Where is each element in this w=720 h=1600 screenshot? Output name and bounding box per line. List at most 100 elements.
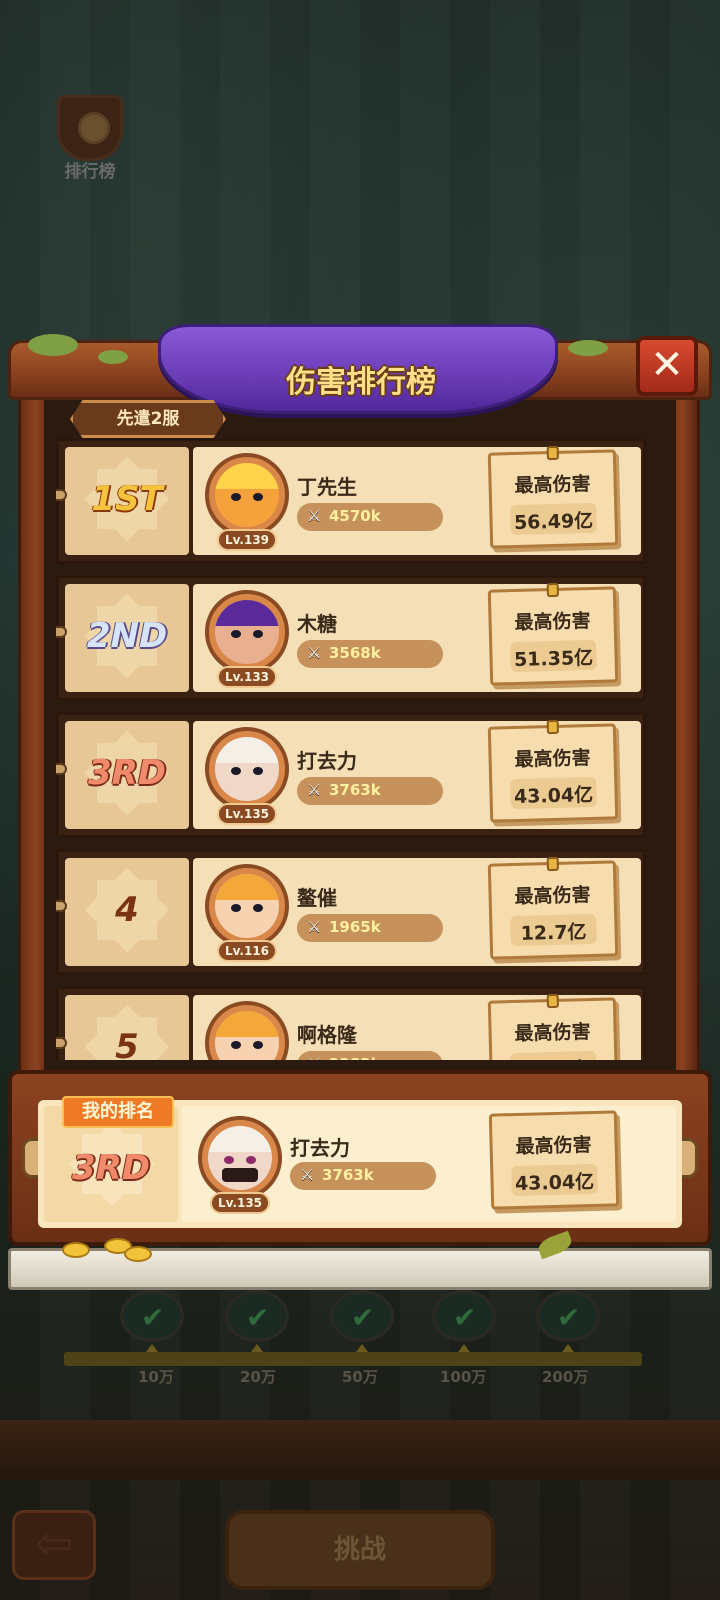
- check-icon: ✔: [141, 1301, 165, 1334]
- max-damage-value: 43.04亿: [514, 1170, 595, 1196]
- sword-icon: ⚔: [307, 780, 322, 799]
- avatar[interactable]: [198, 1116, 282, 1200]
- coin-decoration: [124, 1246, 152, 1262]
- max-damage-label: 最高伤害: [514, 1021, 591, 1045]
- max-damage-label: 最高伤害: [515, 1134, 592, 1158]
- milestone-label: 100万: [440, 1368, 487, 1386]
- ranking-list[interactable]: 1ST Lv.139 丁先生 ⚔ 4570k 最高伤害 56.49亿 2ND L…: [56, 438, 652, 1060]
- my-rank-tag: 我的排名: [62, 1096, 174, 1128]
- eye: [253, 767, 263, 775]
- rank-number: 3RD: [87, 753, 167, 793]
- check-icon: ✔: [351, 1301, 375, 1334]
- check-icon: ✔: [453, 1301, 477, 1334]
- max-damage-card: 最高伤害 11.63亿: [487, 993, 619, 1060]
- eye: [246, 1156, 256, 1164]
- eye: [224, 1156, 234, 1164]
- ranking-row[interactable]: 2ND Lv.133 木糖 ⚔ 3568k 最高伤害 51.35亿: [56, 575, 646, 701]
- hair: [215, 874, 279, 900]
- power-bar: ⚔ 2282k: [297, 1051, 443, 1060]
- eye: [231, 493, 241, 501]
- avatar-face: [215, 737, 279, 801]
- leaf-decoration: [568, 340, 608, 356]
- power-value: 3763k: [329, 781, 381, 799]
- max-damage-value: 43.04亿: [513, 783, 594, 809]
- avatar[interactable]: [205, 590, 289, 674]
- close-button[interactable]: ✕: [636, 336, 698, 396]
- back-button[interactable]: ⇦: [12, 1510, 96, 1580]
- power-value: 2282k: [329, 1055, 381, 1060]
- my-rank-number: 3RD: [71, 1148, 151, 1188]
- max-damage-card: 最高伤害 12.7亿: [487, 856, 619, 960]
- ranking-row[interactable]: 5 啊格隆 ⚔ 2282k 最高伤害 11.63亿: [56, 986, 646, 1060]
- rank-number: 1ST: [91, 479, 163, 519]
- max-damage-value: 56.49亿: [513, 509, 594, 535]
- avatar[interactable]: [205, 453, 289, 537]
- milestone-label: 50万: [342, 1368, 378, 1386]
- sword-icon: ⚔: [307, 506, 322, 525]
- avatar[interactable]: [205, 864, 289, 948]
- milestone-label: 20万: [240, 1368, 276, 1386]
- max-damage-card: 最高伤害 43.04亿: [487, 719, 619, 823]
- pin-icon: [546, 993, 559, 1009]
- sword-icon: ⚔: [307, 643, 322, 662]
- avatar-face: [215, 1011, 279, 1060]
- check-icon: ✔: [557, 1301, 581, 1334]
- level-badge: Lv.139: [217, 529, 277, 551]
- milestone-marker: [251, 1344, 263, 1352]
- eye: [253, 493, 263, 501]
- sword-icon: ⚔: [307, 917, 322, 936]
- bottom-shelf: [8, 1248, 712, 1290]
- eye: [231, 1041, 241, 1049]
- level-badge: Lv.135: [217, 803, 277, 825]
- max-damage-label: 最高伤害: [514, 610, 591, 634]
- max-damage-card: 最高伤害 56.49亿: [487, 445, 619, 549]
- rank-number: 4: [115, 890, 139, 930]
- reward-progress-bar: [64, 1352, 642, 1366]
- avatar-face: [208, 1126, 272, 1190]
- avatar-face: [215, 600, 279, 664]
- hair: [215, 737, 279, 763]
- eye: [253, 904, 263, 912]
- damage-leaderboard-dialog: 伤害排行榜 ✕ 先遣2服 1ST Lv.139 丁先生 ⚔ 4570k 最高伤害: [8, 324, 712, 1305]
- avatar-face: [215, 874, 279, 938]
- leaderboard-shortcut-button[interactable]: 排行榜: [50, 95, 130, 185]
- power-bar: ⚔ 3763k: [297, 777, 443, 805]
- avatar-face: [215, 463, 279, 527]
- pin-icon: [546, 856, 559, 872]
- power-bar: ⚔ 3568k: [297, 640, 443, 668]
- player-name: 打去力: [290, 1136, 350, 1160]
- ranking-row[interactable]: 4 Lv.116 鳌催 ⚔ 1965k 最高伤害 12.7亿: [56, 849, 646, 975]
- player-name: 丁先生: [297, 475, 357, 499]
- back-arrow-icon: ⇦: [34, 1516, 74, 1570]
- power-value: 4570k: [329, 507, 381, 525]
- max-damage-value: 12.7亿: [520, 921, 587, 945]
- power-bar: ⚔ 4570k: [297, 503, 443, 531]
- pin-icon: [546, 445, 559, 461]
- power-value: 3568k: [329, 644, 381, 662]
- rank-number: 5: [115, 1027, 139, 1060]
- server-tag-label: 先遣2服: [116, 409, 180, 429]
- my-rank-row[interactable]: 3RD 我的排名 Lv.135 打去力 ⚔ 3763k 最高伤害 43.04亿: [38, 1096, 682, 1228]
- ranking-row[interactable]: 1ST Lv.139 丁先生 ⚔ 4570k 最高伤害 56.49亿: [56, 438, 646, 564]
- sword-icon: ⚔: [307, 1054, 321, 1060]
- rank-number: 2ND: [86, 616, 168, 656]
- sword-icon: ⚔: [300, 1165, 315, 1184]
- eye: [231, 630, 241, 638]
- challenge-button[interactable]: 挑战: [225, 1510, 495, 1590]
- milestone-label: 10万: [138, 1368, 174, 1386]
- close-icon: ✕: [650, 342, 684, 388]
- ranking-row[interactable]: 3RD Lv.135 打去力 ⚔ 3763k 最高伤害 43.04亿: [56, 712, 646, 838]
- mask: [222, 1168, 258, 1182]
- avatar[interactable]: [205, 727, 289, 811]
- milestone-marker: [458, 1344, 470, 1352]
- eye: [231, 904, 241, 912]
- hair: [208, 1126, 272, 1152]
- hair: [215, 463, 279, 489]
- player-name: 打去力: [297, 749, 357, 773]
- max-damage-label: 最高伤害: [514, 747, 591, 771]
- level-badge: Lv.133: [217, 666, 277, 688]
- hair: [215, 600, 279, 626]
- power-value: 3763k: [322, 1166, 374, 1184]
- milestone-marker: [562, 1344, 574, 1352]
- max-damage-card: 最高伤害 51.35亿: [487, 582, 619, 686]
